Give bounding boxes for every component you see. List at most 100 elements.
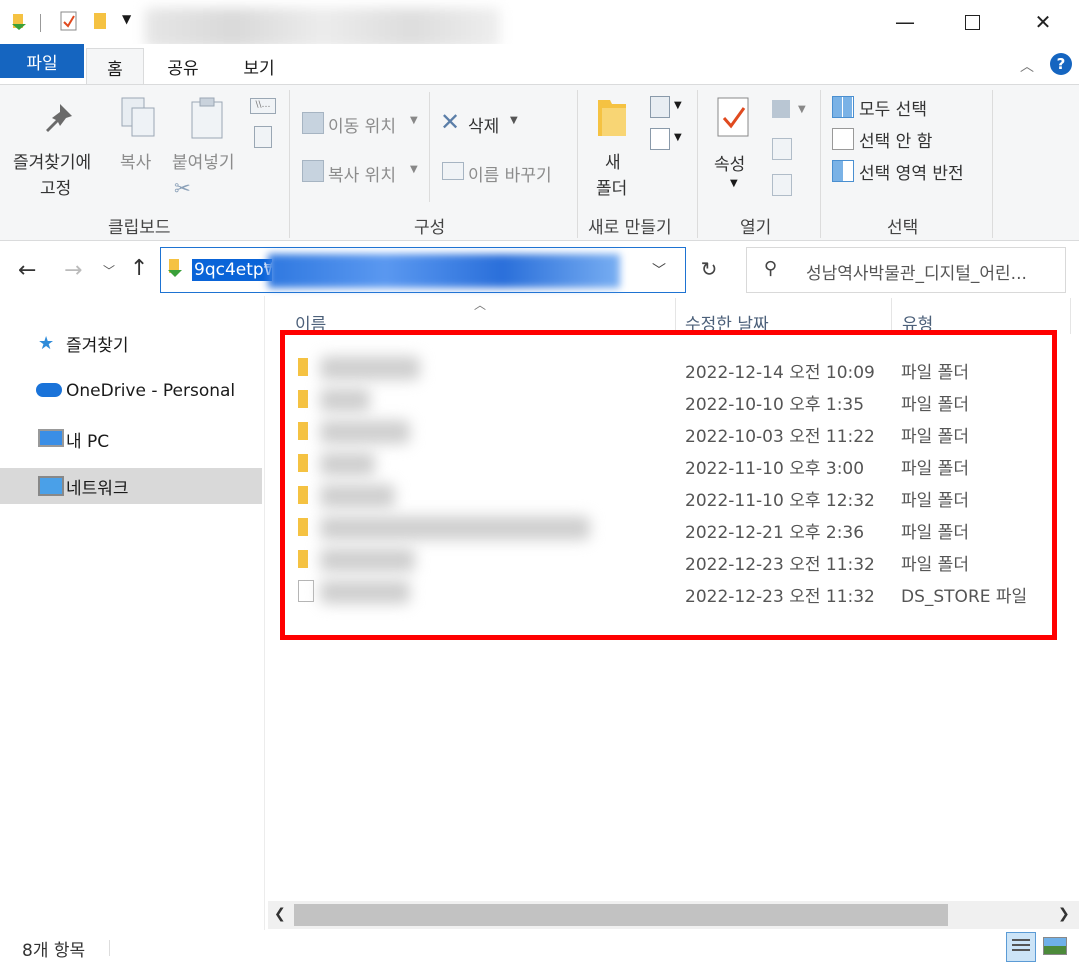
close-button[interactable]: ✕ — [1013, 0, 1073, 44]
minimize-button[interactable]: — — [875, 0, 935, 44]
properties-large-icon — [717, 97, 749, 137]
copy-path-icon[interactable]: \\… — [250, 98, 276, 114]
column-separator[interactable] — [675, 298, 676, 334]
move-to-dropdown-icon[interactable]: ▼ — [410, 115, 418, 126]
qat-dropdown-icon[interactable]: ▼ — [122, 12, 131, 26]
new-item-icon[interactable] — [650, 96, 670, 118]
details-view-icon[interactable] — [1006, 932, 1036, 962]
delete-dropdown-icon[interactable]: ▼ — [510, 115, 518, 126]
sort-ascending-icon: ︿ — [474, 298, 487, 312]
nav-item-label: 네트워크 — [66, 478, 129, 499]
pin-to-quick-access-label-2[interactable]: 고정 — [40, 174, 71, 199]
open-icon[interactable] — [772, 100, 790, 118]
search-icon: ⚲ — [764, 258, 778, 279]
search-input[interactable]: 성남역사박물관_디지털_어린... — [806, 259, 1027, 284]
window-title — [145, 8, 500, 48]
history-icon[interactable] — [772, 174, 792, 196]
group-separator — [820, 90, 821, 238]
nav-item-label: OneDrive - Personal — [66, 381, 236, 401]
move-to-icon — [302, 112, 324, 134]
tab-home[interactable]: 홈 — [86, 48, 144, 85]
new-folder-large-icon — [598, 100, 626, 136]
highlight-box — [280, 330, 1057, 640]
scrollbar-thumb[interactable] — [294, 904, 948, 926]
nav-item-onedrive[interactable]: OneDrive - Personal — [0, 373, 262, 409]
copy-icon — [121, 97, 155, 137]
group-clipboard-label: 클립보드 — [108, 218, 171, 238]
paste-shortcut-icon[interactable] — [254, 126, 272, 148]
new-item-dropdown-icon[interactable]: ▼ — [674, 100, 682, 111]
delete-icon: ✕ — [440, 108, 461, 136]
properties-dropdown-icon[interactable]: ▼ — [730, 178, 738, 189]
pin-icon — [46, 104, 72, 132]
cut-icon[interactable]: ✂ — [174, 176, 191, 200]
large-icons-view-icon[interactable] — [1043, 937, 1067, 955]
new-folder-label-1[interactable]: 새 — [605, 148, 621, 173]
status-separator — [109, 940, 110, 956]
tab-share[interactable]: 공유 — [160, 48, 206, 84]
network-icon — [38, 476, 64, 496]
close-icon: ✕ — [1034, 10, 1052, 34]
paste-icon — [191, 97, 223, 139]
group-separator — [992, 90, 993, 238]
paste-button[interactable]: 붙여넣기 — [172, 148, 235, 173]
qat-separator — [40, 14, 41, 32]
nav-item-label: 즐겨찾기 — [66, 335, 129, 356]
address-path-selected[interactable]: 9qc4etp₩ — [192, 259, 281, 281]
up-icon[interactable]: ↑ — [130, 256, 148, 281]
title-bar: ▼ — ✕ — [0, 0, 1079, 48]
cloud-icon — [36, 383, 62, 397]
scroll-left-icon[interactable]: ❮ — [274, 906, 286, 922]
select-all-icon — [832, 96, 854, 118]
copy-to-dropdown-icon[interactable]: ▼ — [410, 164, 418, 175]
copy-button[interactable]: 복사 — [120, 148, 151, 173]
copy-to-button[interactable]: 복사 위치 — [328, 161, 396, 186]
invert-selection-icon — [832, 160, 854, 182]
recent-locations-icon[interactable]: ﹀ — [103, 262, 115, 279]
column-separator[interactable] — [891, 298, 892, 334]
new-folder-label-2[interactable]: 폴더 — [596, 174, 627, 199]
edit-icon[interactable] — [772, 138, 792, 160]
open-dropdown-icon[interactable]: ▼ — [798, 104, 806, 115]
rename-button[interactable]: 이름 바꾸기 — [468, 161, 552, 186]
tab-file[interactable]: 파일 — [0, 44, 84, 78]
collapse-ribbon-icon[interactable]: ︿ — [1020, 56, 1034, 76]
group-separator — [697, 90, 698, 238]
easy-access-icon[interactable] — [650, 128, 670, 150]
select-all-button[interactable]: 모두 선택 — [859, 95, 927, 120]
maximize-button[interactable] — [942, 0, 1002, 44]
folder-arrow-icon — [12, 14, 26, 30]
scroll-right-icon[interactable]: ❯ — [1058, 906, 1070, 922]
status-item-count: 8개 항목 — [22, 941, 86, 961]
move-to-button[interactable]: 이동 위치 — [328, 112, 396, 137]
group-select-label: 선택 — [887, 218, 919, 238]
computer-icon — [38, 429, 64, 447]
forward-icon[interactable]: → — [64, 258, 82, 283]
delete-button[interactable]: 삭제 — [468, 112, 499, 137]
column-separator[interactable] — [1070, 298, 1071, 334]
properties-icon[interactable] — [60, 10, 78, 32]
nav-item-this-pc[interactable]: 내 PC — [0, 421, 262, 457]
rename-icon — [442, 162, 464, 180]
nav-item-network[interactable]: 네트워크 — [0, 468, 262, 504]
copy-to-icon — [302, 160, 324, 182]
organize-inner-separator — [429, 92, 430, 202]
back-icon[interactable]: ← — [18, 258, 36, 283]
new-folder-icon[interactable] — [92, 10, 110, 32]
tab-view[interactable]: 보기 — [236, 48, 282, 84]
star-icon: ★ — [38, 332, 55, 354]
select-none-button[interactable]: 선택 안 함 — [859, 127, 932, 152]
group-new-label: 새로 만들기 — [588, 218, 672, 238]
invert-selection-button[interactable]: 선택 영역 반전 — [859, 159, 964, 184]
address-folder-icon — [168, 259, 182, 277]
nav-item-quick-access[interactable]: ★ 즐겨찾기 — [0, 325, 262, 361]
group-separator — [577, 90, 578, 238]
address-dropdown-icon[interactable]: ﹀ — [652, 260, 666, 280]
easy-access-dropdown-icon[interactable]: ▼ — [674, 132, 682, 143]
group-separator — [289, 90, 290, 238]
nav-item-label: 내 PC — [66, 431, 110, 452]
help-icon[interactable]: ? — [1050, 53, 1072, 75]
pin-to-quick-access-label-1[interactable]: 즐겨찾기에 — [13, 148, 91, 173]
refresh-icon[interactable]: ↻ — [686, 247, 732, 291]
properties-button[interactable]: 속성 — [714, 150, 745, 175]
